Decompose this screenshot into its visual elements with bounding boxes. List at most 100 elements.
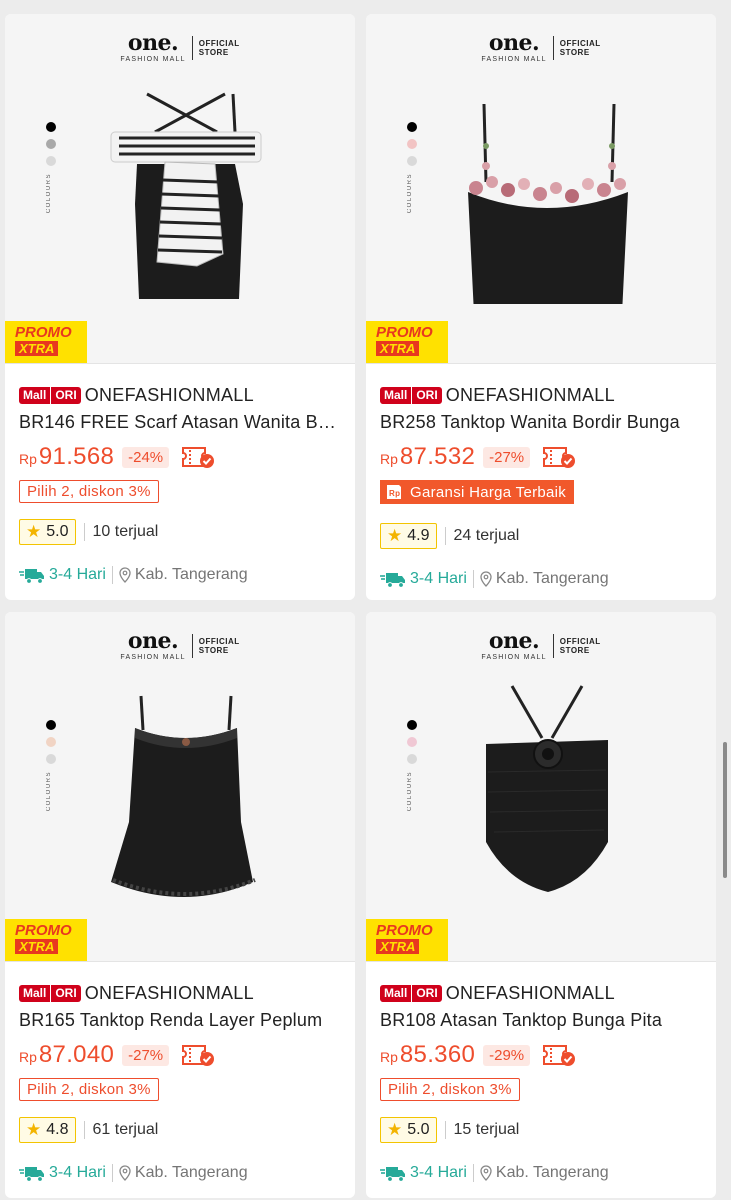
colour-swatches: COLOURS: [402, 122, 422, 213]
rating-badge: ★ 4.9: [380, 523, 437, 549]
colour-swatch: [46, 754, 56, 764]
currency: Rp: [380, 451, 398, 467]
sold-count: 61 terjual: [92, 1121, 159, 1138]
product-card[interactable]: one. FASHION MALL OFFICIALSTORE COLOURS: [5, 14, 355, 600]
colour-swatch: [407, 156, 417, 166]
location-pin-icon: [480, 1165, 492, 1181]
discount-badge: -24%: [122, 446, 170, 468]
star-icon: ★: [26, 522, 42, 541]
product-card[interactable]: one. FASHION MALL OFFICIALSTORE COLOURS: [5, 612, 355, 1198]
svg-text:Rp: Rp: [389, 489, 400, 498]
mall-ori-badge: Mall ORI: [380, 984, 442, 1002]
colour-swatch: [46, 737, 56, 747]
colour-swatch: [46, 156, 56, 166]
colour-swatch: [46, 139, 56, 149]
product-title[interactable]: BR165 Tanktop Renda Layer Peplum: [19, 1008, 341, 1032]
discount-badge: -27%: [122, 1044, 170, 1066]
product-price: 91.568: [38, 443, 115, 470]
colour-swatch: [407, 122, 417, 132]
colours-label: COLOURS: [46, 173, 52, 214]
product-title[interactable]: BR258 Tanktop Wanita Bordir Bunga: [380, 410, 702, 434]
sold-count: 15 terjual: [453, 1121, 520, 1138]
shop-name: ONEFASHIONMALL: [84, 982, 254, 1003]
location: Kab. Tangerang: [495, 1164, 609, 1181]
sold-count: 24 terjual: [453, 527, 520, 544]
mall-ori-badge: Mall ORI: [380, 386, 442, 404]
sold-count: 10 terjual: [92, 523, 159, 540]
product-image[interactable]: one. FASHION MALL OFFICIALSTORE COLOURS: [366, 14, 716, 364]
delivery-truck-icon: [380, 573, 405, 588]
product-grid: one. FASHION MALL OFFICIALSTORE COLOURS: [0, 0, 731, 1200]
garment-floral-tanktop: [468, 103, 628, 304]
rating-badge: ★ 5.0: [380, 1117, 437, 1143]
delivery-time: 3-4 Hari: [410, 1164, 467, 1181]
colour-swatches: COLOURS: [41, 720, 61, 811]
colour-swatch: [46, 720, 56, 730]
delivery-truck-icon: [19, 1167, 44, 1182]
location: Kab. Tangerang: [134, 1164, 248, 1181]
colour-swatch: [407, 754, 417, 764]
currency: Rp: [19, 1049, 37, 1065]
product-price: 87.040: [38, 1041, 115, 1068]
colours-label: COLOURS: [46, 771, 52, 812]
colours-label: COLOURS: [407, 173, 413, 214]
promo-tag: Pilih 2, diskon 3%: [380, 1078, 520, 1101]
store-logo: one. FASHION MALL OFFICIAL STORE: [481, 628, 601, 661]
colour-swatches: COLOURS: [402, 720, 422, 811]
voucher-icon: [182, 447, 215, 468]
rating-badge: ★ 4.8: [19, 1117, 76, 1143]
store-logo: one. FASHION MALL OFFICIAL STORE: [120, 30, 240, 63]
colour-swatch: [407, 737, 417, 747]
rating-badge: ★ 5.0: [19, 519, 76, 545]
discount-badge: -29%: [483, 1044, 531, 1066]
product-card[interactable]: one. FASHION MALL OFFICIALSTORE COLOURS: [366, 612, 716, 1198]
product-title[interactable]: BR108 Atasan Tanktop Bunga Pita: [380, 1008, 702, 1032]
colour-swatch: [407, 720, 417, 730]
colour-swatch: [407, 139, 417, 149]
promo-xtra-badge: PROMO XTRA: [366, 919, 448, 961]
shop-name: ONEFASHIONMALL: [445, 982, 615, 1003]
location: Kab. Tangerang: [134, 566, 248, 583]
product-price: 85.360: [399, 1041, 476, 1068]
garment-bow-tanktop: [110, 92, 262, 299]
colour-swatch: [46, 122, 56, 132]
location-pin-icon: [119, 1165, 131, 1181]
voucher-icon: [543, 447, 576, 468]
promo-tag: Pilih 2, diskon 3%: [19, 480, 159, 503]
location: Kab. Tangerang: [495, 570, 609, 587]
garment-lace-peplum-top: [111, 695, 256, 897]
shop-name: ONEFASHIONMALL: [445, 384, 615, 405]
discount-badge: -27%: [483, 446, 531, 468]
mall-ori-badge: Mall ORI: [19, 386, 81, 404]
scrollbar-thumb[interactable]: [723, 742, 727, 878]
voucher-icon: [182, 1045, 215, 1066]
colour-swatches: COLOURS: [41, 122, 61, 213]
currency: Rp: [19, 451, 37, 467]
product-image[interactable]: one. FASHION MALL OFFICIALSTORE COLOURS: [366, 612, 716, 962]
price-guarantee-badge: Rp Garansi Harga Terbaik: [380, 480, 575, 504]
delivery-time: 3-4 Hari: [410, 570, 467, 587]
delivery-truck-icon: [380, 1167, 405, 1182]
product-image[interactable]: one. FASHION MALL OFFICIALSTORE COLOURS: [5, 14, 355, 364]
product-card[interactable]: one. FASHION MALL OFFICIALSTORE COLOURS: [366, 14, 716, 600]
store-logo: one. FASHION MALL OFFICIAL STORE: [481, 30, 601, 63]
delivery-time: 3-4 Hari: [49, 1164, 106, 1181]
store-logo: one. FASHION MALL OFFICIAL STORE: [120, 628, 240, 661]
shop-name: ONEFASHIONMALL: [84, 384, 254, 405]
product-image[interactable]: one. FASHION MALL OFFICIALSTORE COLOURS: [5, 612, 355, 962]
product-price: 87.532: [399, 443, 476, 470]
voucher-icon: [543, 1045, 576, 1066]
promo-xtra-badge: PROMO XTRA: [5, 919, 87, 961]
garment-halter-rose-top: [486, 685, 608, 892]
delivery-truck-icon: [19, 569, 44, 584]
delivery-time: 3-4 Hari: [49, 566, 106, 583]
price-guarantee-icon: Rp: [387, 485, 401, 499]
location-pin-icon: [119, 567, 131, 583]
promo-tag: Pilih 2, diskon 3%: [19, 1078, 159, 1101]
mall-ori-badge: Mall ORI: [19, 984, 81, 1002]
star-icon: ★: [26, 1120, 42, 1139]
product-title[interactable]: BR146 FREE Scarf Atasan Wanita Bow Tankt…: [19, 410, 341, 434]
star-icon: ★: [387, 1120, 403, 1139]
currency: Rp: [380, 1049, 398, 1065]
promo-xtra-badge: PROMO XTRA: [366, 321, 448, 363]
